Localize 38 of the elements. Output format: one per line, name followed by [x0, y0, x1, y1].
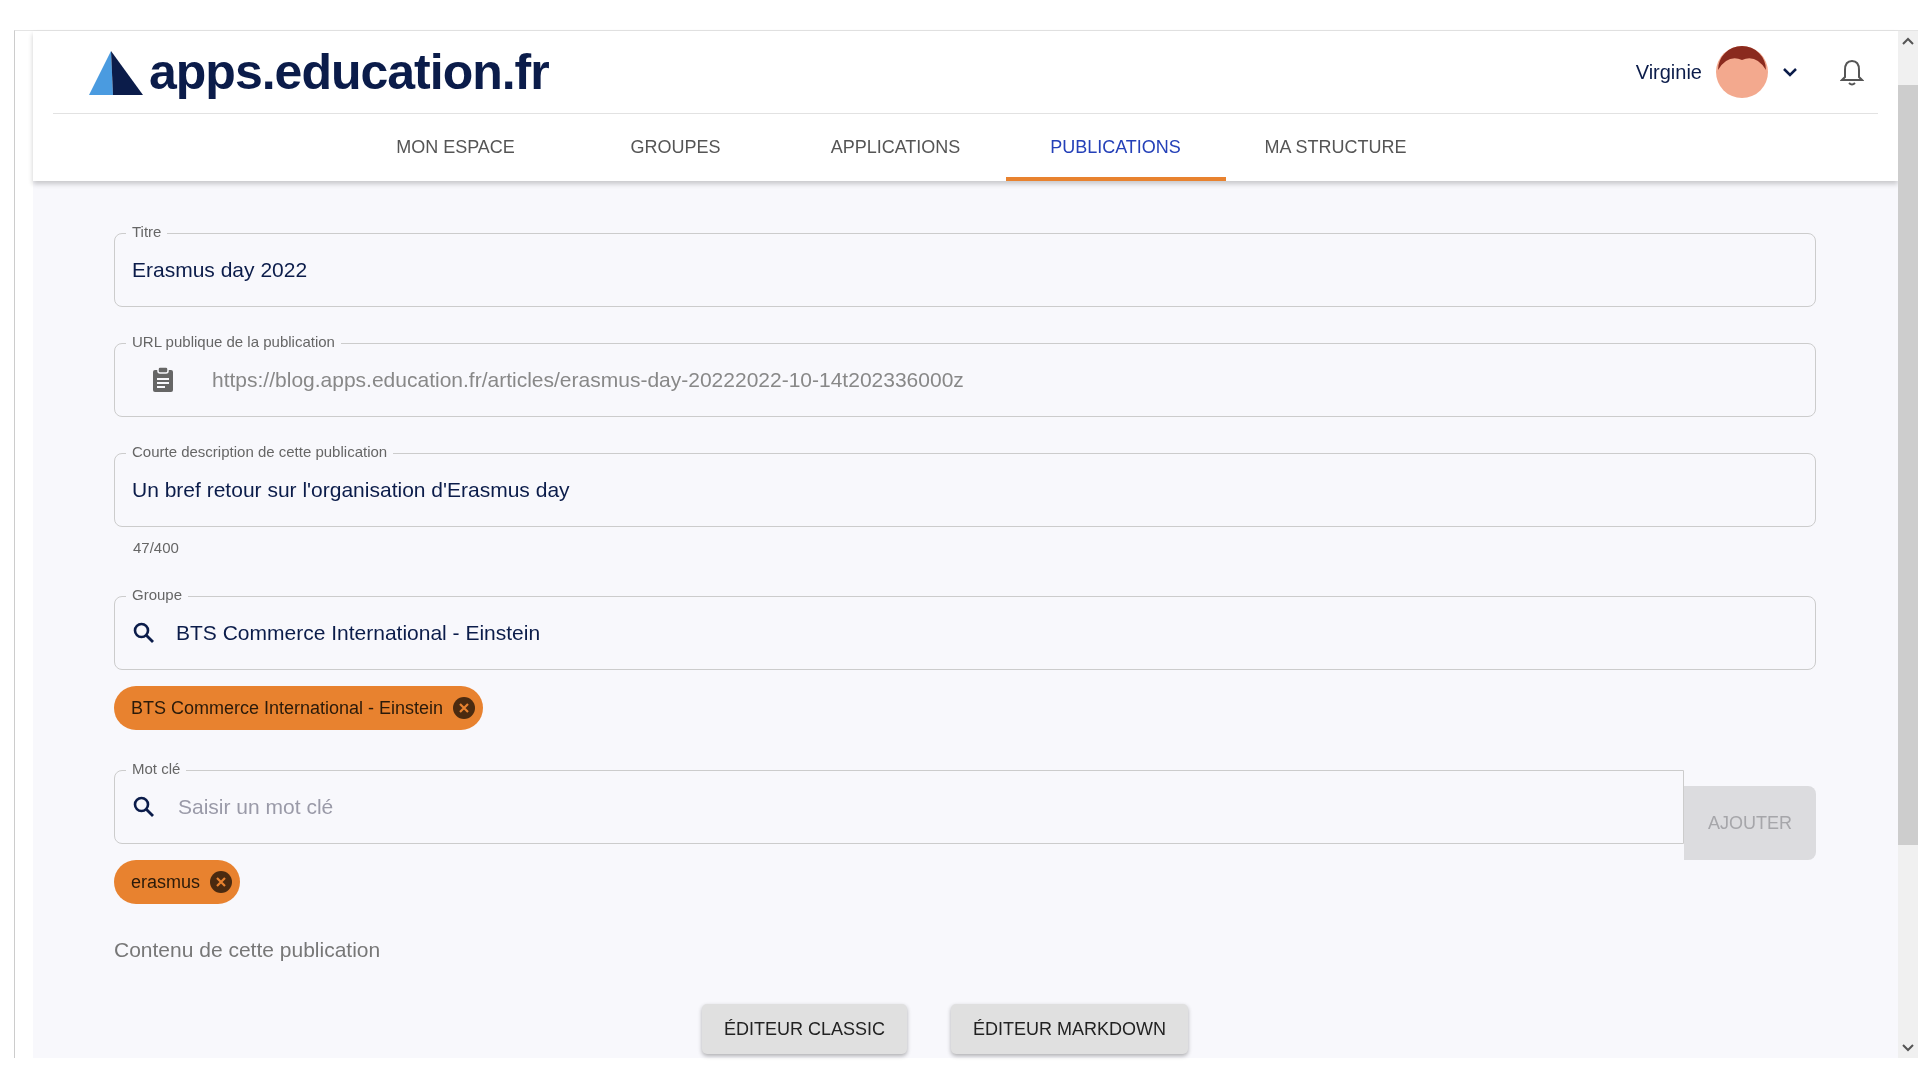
- field-label: URL publique de la publication: [126, 333, 341, 351]
- bell-icon[interactable]: [1840, 58, 1864, 86]
- group-chip[interactable]: BTS Commerce International - Einstein: [114, 686, 484, 730]
- close-icon[interactable]: [453, 697, 476, 719]
- keyword-search-field[interactable]: Mot clé Saisir un mot clé: [114, 760, 1684, 844]
- scroll-up-icon[interactable]: [1902, 37, 1914, 45]
- logo-mountain-icon: [87, 49, 145, 97]
- nav-tab[interactable]: APPLICATIONS: [785, 114, 1006, 181]
- field-value: BTS Commerce International - Einstein: [176, 621, 541, 645]
- chip-label: erasmus: [131, 871, 201, 893]
- chevron-down-icon[interactable]: [1782, 67, 1798, 77]
- url-field[interactable]: URL publique de la publication https://blog.apps.education.fr/articles/erasmus-day-20222022-10-14t202336000z: [114, 333, 1816, 417]
- field-value: https://blog.apps.education.fr/articles/erasmus-day-20222022-10-14t202336000z: [212, 368, 964, 392]
- close-icon[interactable]: [210, 871, 233, 893]
- clipboard-icon[interactable]: [152, 367, 174, 393]
- search-icon: [132, 621, 156, 645]
- field-value: Erasmus day 2022: [132, 258, 308, 282]
- nav-tab[interactable]: GROUPES: [565, 114, 786, 181]
- editor-button[interactable]: ÉDITEUR MARKDOWN: [951, 1004, 1188, 1054]
- keyword-chip[interactable]: erasmus: [114, 860, 241, 904]
- nav-tab[interactable]: MON ESPACE: [345, 114, 566, 181]
- group-search-field[interactable]: Groupe BTS Commerce International - Einstein: [114, 586, 1816, 670]
- search-icon: [132, 795, 156, 819]
- description-field[interactable]: Courte description de cette publication Un bref retour sur l'organisation d'Erasmus day: [114, 443, 1816, 527]
- scroll-down-icon[interactable]: [1902, 1044, 1914, 1052]
- title-field[interactable]: Titre Erasmus day 2022: [114, 223, 1816, 307]
- character-counter: 47/400: [133, 539, 180, 556]
- avatar-icon[interactable]: [1716, 46, 1768, 98]
- field-label: Courte description de cette publication: [126, 443, 394, 461]
- nav-tab[interactable]: MA STRUCTURE: [1225, 114, 1446, 181]
- editor-button[interactable]: ÉDITEUR CLASSIC: [701, 1004, 907, 1054]
- section-label: Contenu de cette publication: [114, 938, 382, 962]
- chip-label: BTS Commerce International - Einstein: [131, 697, 444, 719]
- scrollbar[interactable]: [1898, 31, 1918, 1058]
- nav-tab[interactable]: PUBLICATIONS: [1005, 114, 1226, 181]
- user-name: Virginie: [1635, 60, 1702, 84]
- keyword-input[interactable]: Saisir un mot clé: [176, 794, 1666, 820]
- field-value: Un bref retour sur l'organisation d'Erasmus day: [132, 478, 570, 502]
